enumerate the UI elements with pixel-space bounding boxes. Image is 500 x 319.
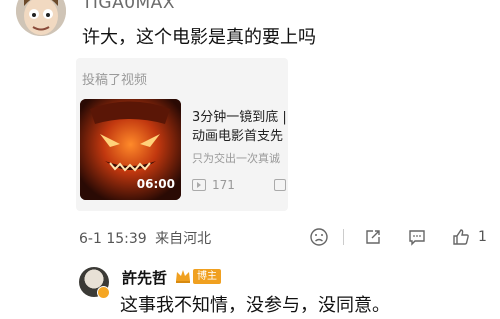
video-title-line2: 动画电影首支先 [192,129,284,144]
verified-badge-icon [97,286,110,299]
divider [343,229,344,245]
video-title[interactable]: 3分钟一镜到底 | 动画电影首支先 [192,108,288,146]
thumb-up-icon[interactable] [452,228,470,246]
comment-text: 许大，这个电影是真的要上吗 [82,27,316,48]
crown-icon [176,270,190,283]
comment-location: 来自河北 [155,231,212,247]
play-count: 171 [192,178,235,192]
comment-meta: 6-1 15:39 来自河北 [79,228,211,248]
play-icon [192,179,206,191]
reply-username[interactable]: 許先哲 [122,267,167,288]
avatar[interactable] [16,0,66,36]
like-count: 1 [478,229,487,245]
video-title-line1: 3分钟一镜到底 | [192,110,287,125]
video-duration: 06:00 [136,177,175,191]
reply-text: 这事我不知情，没参与，没同意。 [120,295,390,316]
video-card-header: 投稿了视频 [82,73,148,88]
video-thumbnail[interactable]: 06:00 [80,99,181,200]
play-count-value: 171 [212,178,235,192]
video-card[interactable]: 投稿了视频 06:00 3分钟一镜到底 | 动画电影首支先 只为交出一次真诚 1… [76,58,288,211]
video-description: 只为交出一次真诚 [192,152,280,165]
comment-time: 6-1 15:39 [79,231,147,247]
comment-icon[interactable] [408,228,426,246]
share-icon[interactable] [364,228,382,246]
danmaku-icon [274,179,286,191]
role-badge: 博主 [193,269,221,284]
sad-face-icon[interactable] [310,228,328,246]
avatar-cartoon-icon [16,0,66,36]
comment-username[interactable]: TIGA0MAX [82,0,175,13]
